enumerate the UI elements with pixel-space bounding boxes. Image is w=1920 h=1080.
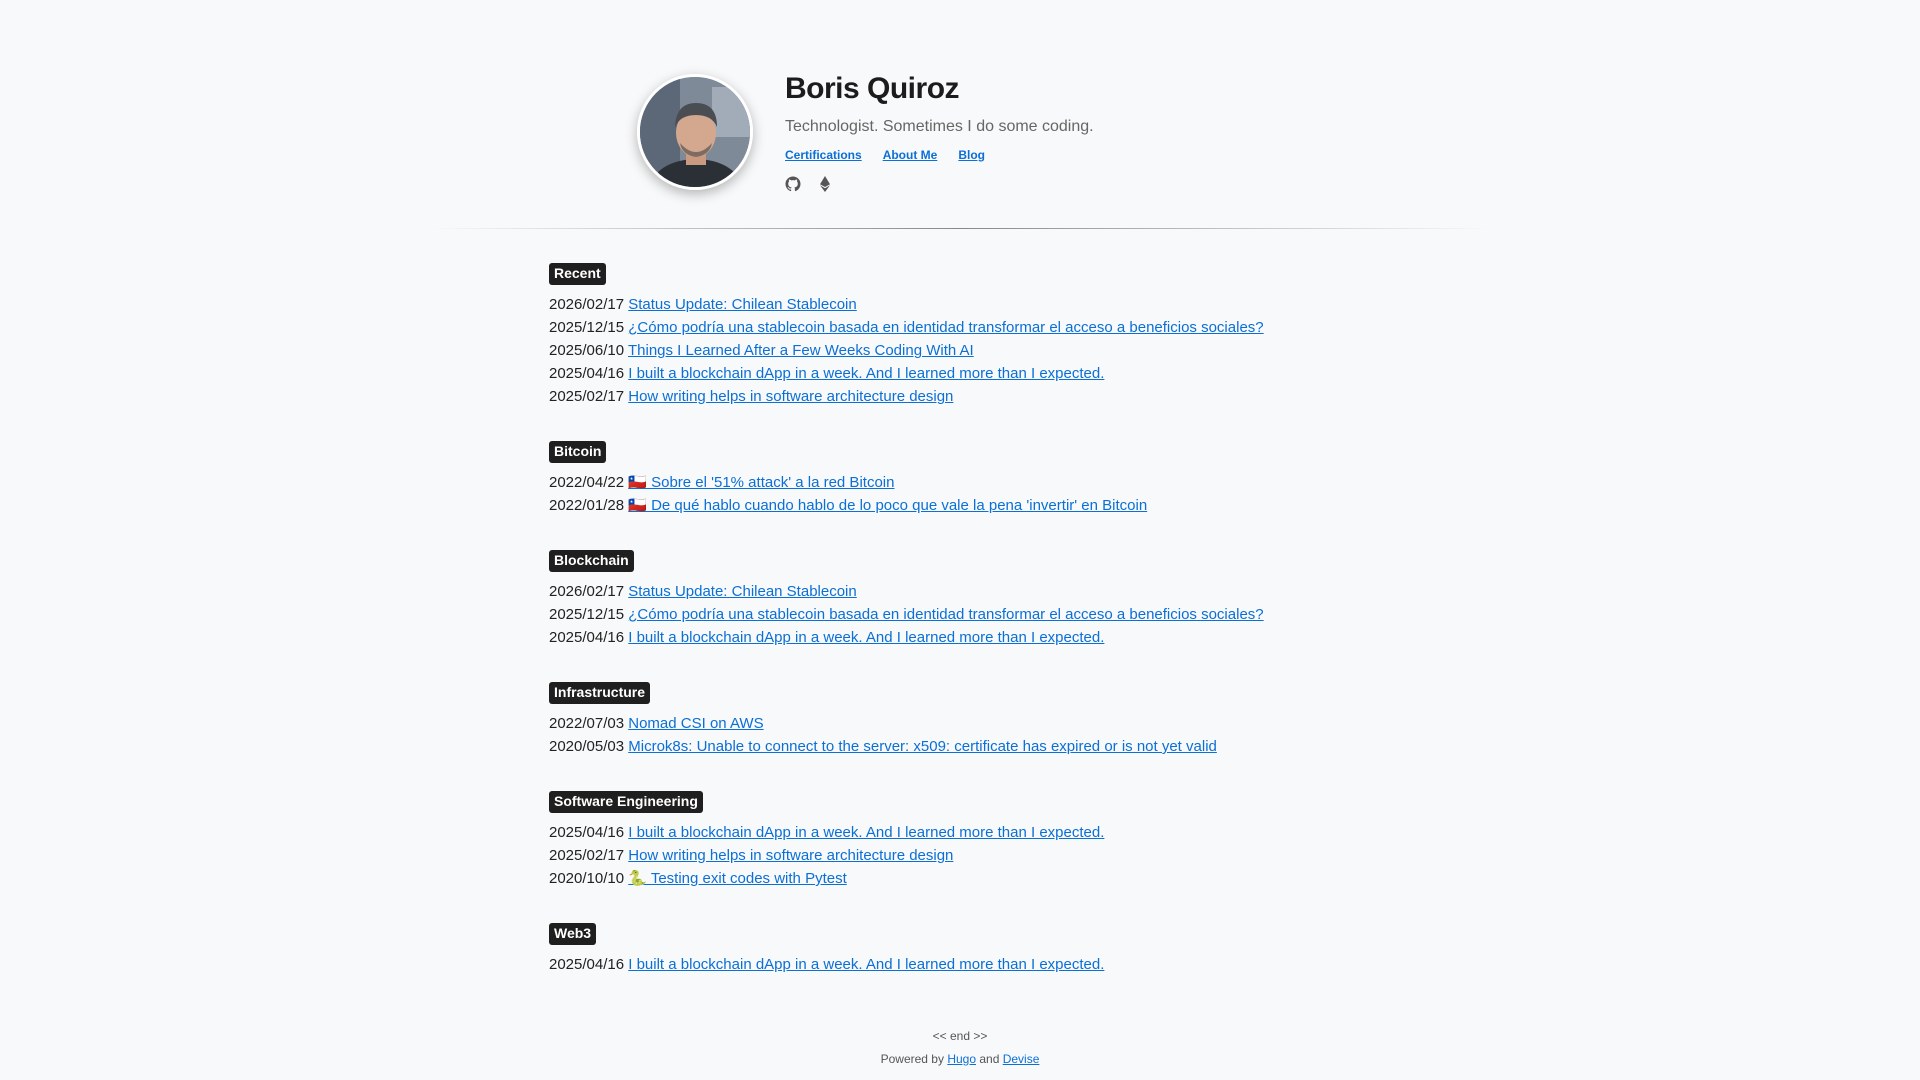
github-icon[interactable] <box>785 176 801 192</box>
main-nav: Certifications About Me Blog <box>785 148 985 162</box>
post-link[interactable]: How writing helps in software architectu… <box>628 847 953 864</box>
post-link[interactable]: I built a blockchain dApp in a week. And… <box>628 824 1104 841</box>
post-list: Recent 2026/02/17 Status Update: Chilean… <box>549 263 1649 1009</box>
post-date: 2025/12/15 <box>549 319 625 336</box>
social-links <box>785 176 833 192</box>
post-link[interactable]: ¿Cómo podría una stablecoin basada en id… <box>628 606 1263 623</box>
site-footer: << end >> Powered by Hugo and Devise <box>0 1025 1920 1071</box>
post-item: 2025/04/16 I built a blockchain dApp in … <box>549 626 1649 649</box>
end-marker: << end >> <box>932 1029 988 1043</box>
post-item: 2020/10/10 🐍 Testing exit codes with Pyt… <box>549 867 1649 890</box>
post-date: 2022/07/03 <box>549 715 625 732</box>
ethereum-icon[interactable] <box>817 176 833 192</box>
post-date: 2025/04/16 <box>549 629 625 646</box>
tag-label: Infrastructure <box>549 682 651 704</box>
post-link[interactable]: ¿Cómo podría una stablecoin basada en id… <box>628 319 1263 336</box>
post-date: 2022/01/28 <box>549 497 625 514</box>
post-item: 2025/04/16 I built a blockchain dApp in … <box>549 362 1649 385</box>
post-item: 2025/02/17 How writing helps in software… <box>549 385 1649 408</box>
post-date: 2025/04/16 <box>549 365 625 382</box>
and-text: and <box>979 1052 1000 1066</box>
post-date: 2026/02/17 <box>549 583 625 600</box>
tag-label: Recent <box>549 263 606 285</box>
powered-by: Powered by Hugo and Devise <box>0 1048 1920 1071</box>
post-link[interactable]: Nomad CSI on AWS <box>628 715 763 732</box>
post-item: 2025/04/16 I built a blockchain dApp in … <box>549 953 1649 976</box>
powered-prefix: Powered by <box>880 1052 944 1066</box>
post-link[interactable]: Microk8s: Unable to connect to the serve… <box>628 738 1217 755</box>
post-item: 2022/01/28 🇨🇱 De qué hablo cuando hablo … <box>549 494 1649 517</box>
post-date: 2025/04/16 <box>549 956 625 973</box>
post-item: 2026/02/17 Status Update: Chilean Stable… <box>549 580 1649 603</box>
post-date: 2025/02/17 <box>549 388 625 405</box>
post-link[interactable]: I built a blockchain dApp in a week. And… <box>628 956 1104 973</box>
post-item: 2025/02/17 How writing helps in software… <box>549 844 1649 867</box>
devise-link[interactable]: Devise <box>1003 1052 1040 1066</box>
avatar[interactable] <box>637 74 753 190</box>
post-date: 2026/02/17 <box>549 296 625 313</box>
post-item: 2022/07/03 Nomad CSI on AWS <box>549 712 1649 735</box>
post-link[interactable]: 🐍 Testing exit codes with Pytest <box>628 870 847 887</box>
section-blockchain: Blockchain 2026/02/17 Status Update: Chi… <box>549 550 1649 649</box>
tag-label: Bitcoin <box>549 441 607 463</box>
post-item: 2025/06/10 Things I Learned After a Few … <box>549 339 1649 362</box>
post-date: 2020/10/10 <box>549 870 625 887</box>
profile-tagline: Technologist. Sometimes I do some coding… <box>785 118 1094 135</box>
section-web3: Web3 2025/04/16 I built a blockchain dAp… <box>549 923 1649 976</box>
post-date: 2020/05/03 <box>549 738 625 755</box>
nav-link-about-me[interactable]: About Me <box>883 148 938 162</box>
post-link[interactable]: How writing helps in software architectu… <box>628 388 953 405</box>
site-header: Boris Quiroz Technologist. Sometimes I d… <box>0 0 1920 230</box>
post-date: 2022/04/22 <box>549 474 625 491</box>
post-item: 2026/02/17 Status Update: Chilean Stable… <box>549 293 1649 316</box>
section-infrastructure: Infrastructure 2022/07/03 Nomad CSI on A… <box>549 682 1649 758</box>
tag-label: Web3 <box>549 923 597 945</box>
hugo-link[interactable]: Hugo <box>947 1052 976 1066</box>
nav-link-certifications[interactable]: Certifications <box>785 148 862 162</box>
post-link[interactable]: 🇨🇱 Sobre el '51% attack' a la red Bitcoi… <box>628 474 894 491</box>
post-item: 2025/12/15 ¿Cómo podría una stablecoin b… <box>549 603 1649 626</box>
profile-photo <box>640 77 750 187</box>
section-software-engineering: Software Engineering 2025/04/16 I built … <box>549 791 1649 890</box>
post-link[interactable]: Status Update: Chilean Stablecoin <box>628 296 856 313</box>
post-item: 2022/04/22 🇨🇱 Sobre el '51% attack' a la… <box>549 471 1649 494</box>
post-date: 2025/12/15 <box>549 606 625 623</box>
profile-name: Boris Quiroz <box>785 72 960 105</box>
post-link[interactable]: Things I Learned After a Few Weeks Codin… <box>628 342 974 359</box>
post-item: 2020/05/03 Microk8s: Unable to connect t… <box>549 735 1649 758</box>
post-link[interactable]: I built a blockchain dApp in a week. And… <box>628 365 1104 382</box>
post-link[interactable]: 🇨🇱 De qué hablo cuando hablo de lo poco … <box>628 497 1147 514</box>
post-date: 2025/02/17 <box>549 847 625 864</box>
header-divider <box>430 228 1490 229</box>
section-recent: Recent 2026/02/17 Status Update: Chilean… <box>549 263 1649 408</box>
section-bitcoin: Bitcoin 2022/04/22 🇨🇱 Sobre el '51% atta… <box>549 441 1649 517</box>
post-item: 2025/12/15 ¿Cómo podría una stablecoin b… <box>549 316 1649 339</box>
post-link[interactable]: Status Update: Chilean Stablecoin <box>628 583 856 600</box>
post-item: 2025/04/16 I built a blockchain dApp in … <box>549 821 1649 844</box>
nav-link-blog[interactable]: Blog <box>958 148 985 162</box>
tag-label: Software Engineering <box>549 791 703 813</box>
post-link[interactable]: I built a blockchain dApp in a week. And… <box>628 629 1104 646</box>
post-date: 2025/06/10 <box>549 342 625 359</box>
tag-label: Blockchain <box>549 550 634 572</box>
post-date: 2025/04/16 <box>549 824 625 841</box>
